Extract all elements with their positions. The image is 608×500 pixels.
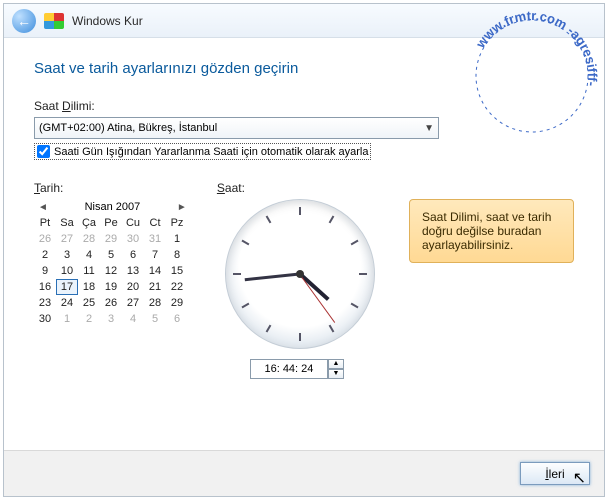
second-hand [300, 274, 336, 323]
spinner-up-icon[interactable]: ▲ [328, 359, 344, 369]
cal-day[interactable]: 20 [122, 279, 144, 295]
cal-day[interactable]: 27 [56, 231, 78, 247]
dst-checkbox[interactable] [37, 145, 50, 158]
clock-panel: Saat: ▲ ▼ [217, 181, 383, 379]
content-area: Saat ve tarih ayarlarınızı gözden geçiri… [4, 38, 604, 379]
cal-day[interactable]: 28 [78, 231, 100, 247]
note-panel: Saat Dilimi, saat ve tarih doğru değilse… [409, 181, 574, 379]
cal-day[interactable]: 23 [34, 295, 56, 311]
arrow-left-icon: ← [17, 13, 31, 29]
clock-tick [299, 207, 301, 215]
cal-day[interactable]: 3 [56, 247, 78, 263]
cal-day[interactable]: 6 [166, 311, 188, 327]
timezone-select[interactable]: (GMT+02:00) Atina, Bükreş, İstanbul ▼ [34, 117, 439, 139]
cal-day[interactable]: 4 [78, 247, 100, 263]
cal-day[interactable]: 19 [100, 279, 122, 295]
window-title: Windows Kur [72, 14, 143, 28]
date-label: Tarih: [34, 181, 191, 195]
cal-day[interactable]: 14 [144, 263, 166, 279]
cal-day[interactable]: 21 [144, 279, 166, 295]
clock-tick [299, 333, 301, 341]
installer-window: ← Windows Kur Saat ve tarih ayarlarınızı… [3, 3, 605, 497]
cal-dow: Pz [166, 215, 188, 231]
cal-day[interactable]: 11 [78, 263, 100, 279]
cal-dow: Pe [100, 215, 122, 231]
titlebar: ← Windows Kur [4, 4, 604, 38]
cal-month: Nisan 2007 [85, 201, 141, 213]
cal-day[interactable]: 5 [100, 247, 122, 263]
time-input[interactable] [250, 359, 328, 379]
cal-day[interactable]: 12 [100, 263, 122, 279]
cal-day[interactable]: 31 [144, 231, 166, 247]
cal-day[interactable]: 4 [122, 311, 144, 327]
cal-day[interactable]: 3 [100, 311, 122, 327]
cal-dow: Cu [122, 215, 144, 231]
cal-day[interactable]: 2 [34, 247, 56, 263]
dst-checkbox-row[interactable]: Saati Gün Işığından Yararlanma Saati içi… [34, 143, 371, 160]
cal-day[interactable]: 15 [166, 263, 188, 279]
clock-pin [296, 270, 304, 278]
cal-day[interactable]: 10 [56, 263, 78, 279]
chevron-down-icon: ▼ [424, 123, 434, 134]
cal-day[interactable]: 26 [34, 231, 56, 247]
cal-day[interactable]: 2 [78, 311, 100, 327]
clock-tick [329, 325, 335, 333]
cal-next-icon[interactable]: ► [177, 202, 187, 213]
date-panel: Tarih: ◄ Nisan 2007 ► PtSaÇaPeCuCtPz2627… [34, 181, 191, 379]
cal-day[interactable]: 22 [166, 279, 188, 295]
cal-dow: Ça [78, 215, 100, 231]
clock-tick [233, 273, 241, 275]
cal-day[interactable]: 8 [166, 247, 188, 263]
footer: İleri [4, 450, 604, 496]
timezone-label: Saat Dilimi: [34, 99, 574, 113]
calendar: ◄ Nisan 2007 ► PtSaÇaPeCuCtPz26272829303… [34, 199, 191, 327]
clock-tick [266, 215, 272, 223]
cal-day[interactable]: 17 [56, 279, 78, 295]
cal-day[interactable]: 29 [166, 295, 188, 311]
clock-tick [241, 240, 249, 246]
cal-day[interactable]: 18 [78, 279, 100, 295]
time-spinner: ▲ ▼ [328, 359, 344, 379]
cal-day[interactable]: 28 [144, 295, 166, 311]
dst-label: Saati Gün Işığından Yararlanma Saati içi… [54, 146, 368, 158]
back-button[interactable]: ← [12, 9, 36, 33]
clock-tick [329, 215, 335, 223]
cal-day[interactable]: 30 [122, 231, 144, 247]
cal-dow: Ct [144, 215, 166, 231]
cal-dow: Sa [56, 215, 78, 231]
cal-day[interactable]: 29 [100, 231, 122, 247]
minute-hand [245, 273, 300, 282]
analog-clock [225, 199, 375, 349]
cal-prev-icon[interactable]: ◄ [38, 202, 48, 213]
clock-tick [351, 240, 359, 246]
clock-tick [241, 303, 249, 309]
cal-day[interactable]: 1 [166, 231, 188, 247]
clock-label: Saat: [217, 181, 383, 195]
hour-hand [299, 273, 330, 301]
spinner-down-icon[interactable]: ▼ [328, 369, 344, 379]
cal-dow: Pt [34, 215, 56, 231]
cal-day[interactable]: 9 [34, 263, 56, 279]
cal-day[interactable]: 1 [56, 311, 78, 327]
cal-day[interactable]: 6 [122, 247, 144, 263]
next-button[interactable]: İleri [520, 462, 590, 485]
windows-flag-icon [44, 13, 64, 29]
page-heading: Saat ve tarih ayarlarınızı gözden geçiri… [34, 60, 574, 77]
cal-day[interactable]: 27 [122, 295, 144, 311]
cal-day[interactable]: 25 [78, 295, 100, 311]
cal-day[interactable]: 13 [122, 263, 144, 279]
help-note: Saat Dilimi, saat ve tarih doğru değilse… [409, 199, 574, 263]
clock-tick [266, 325, 272, 333]
cal-day[interactable]: 30 [34, 311, 56, 327]
clock-tick [351, 303, 359, 309]
clock-tick [359, 273, 367, 275]
cal-day[interactable]: 24 [56, 295, 78, 311]
cal-day[interactable]: 16 [34, 279, 56, 295]
cal-day[interactable]: 7 [144, 247, 166, 263]
timezone-value: (GMT+02:00) Atina, Bükreş, İstanbul [39, 122, 217, 134]
cal-day[interactable]: 5 [144, 311, 166, 327]
cal-day[interactable]: 26 [100, 295, 122, 311]
